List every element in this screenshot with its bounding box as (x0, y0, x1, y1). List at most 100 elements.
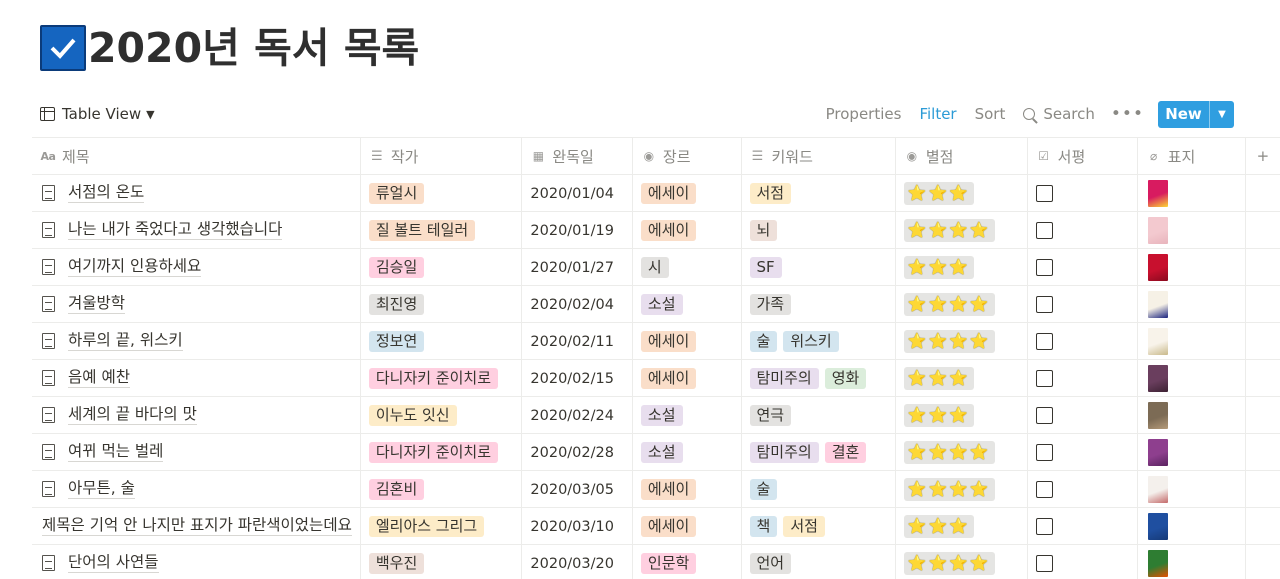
row-title[interactable]: 음예 예찬 (68, 368, 130, 388)
new-button-label[interactable]: New (1158, 101, 1209, 128)
date-cell[interactable]: 2020/02/24 (521, 396, 633, 434)
column-header-review[interactable]: ☑ 서평 (1026, 137, 1138, 175)
cover-thumbnail[interactable] (1147, 364, 1168, 392)
row-title[interactable]: 아무튼, 술 (68, 479, 135, 499)
genre-cell[interactable]: 시 (631, 248, 742, 286)
review-cell[interactable] (1026, 433, 1138, 471)
author-cell[interactable]: 김승일 (359, 248, 523, 286)
keywords-cell[interactable]: 언어 (740, 544, 896, 579)
review-cell[interactable] (1026, 359, 1138, 397)
table-row[interactable]: 단어의 사연들 백우진 2020/03/20 인문학 언어 ⭐⭐⭐⭐ (32, 544, 1280, 579)
author-cell[interactable]: 질 볼트 테일러 (359, 211, 523, 249)
cover-thumbnail[interactable] (1147, 475, 1168, 503)
sort-button[interactable]: Sort (975, 105, 1006, 123)
cover-cell[interactable] (1136, 470, 1246, 508)
rating-cell[interactable]: ⭐⭐⭐⭐ (894, 322, 1028, 360)
review-checkbox[interactable] (1035, 296, 1053, 313)
author-cell[interactable]: 김혼비 (359, 470, 523, 508)
column-header-keywords[interactable]: ☰ 키워드 (740, 137, 896, 175)
rating-cell[interactable]: ⭐⭐⭐⭐ (894, 211, 1028, 249)
author-cell[interactable]: 류얼시 (359, 174, 523, 212)
review-cell[interactable] (1026, 507, 1138, 545)
table-row[interactable]: 제목은 기억 안 나지만 표지가 파란색이었는데요 엘리아스 그리그 2020/03… (32, 507, 1280, 545)
table-row[interactable]: 여기까지 인용하세요 김승일 2020/01/27 시 SF ⭐⭐⭐ (32, 248, 1280, 286)
column-header-date[interactable]: ▦ 완독일 (521, 137, 633, 175)
table-row[interactable]: 세계의 끝 바다의 맛 이누도 잇신 2020/02/24 소설 연극 ⭐⭐⭐ (32, 396, 1280, 434)
review-cell[interactable] (1026, 248, 1138, 286)
column-header-rating[interactable]: ◉ 별점 (894, 137, 1028, 175)
author-cell[interactable]: 이누도 잇신 (359, 396, 523, 434)
review-checkbox[interactable] (1035, 222, 1053, 239)
table-row[interactable]: 아무튼, 술 김혼비 2020/03/05 에세이 술 ⭐⭐⭐⭐ (32, 470, 1280, 508)
cover-thumbnail[interactable] (1147, 179, 1168, 207)
review-cell[interactable] (1026, 544, 1138, 579)
genre-cell[interactable]: 인문학 (631, 544, 742, 579)
cover-thumbnail[interactable] (1147, 512, 1168, 540)
rating-cell[interactable]: ⭐⭐⭐⭐ (894, 544, 1028, 579)
keywords-cell[interactable]: 뇌 (740, 211, 896, 249)
review-cell[interactable] (1026, 396, 1138, 434)
review-checkbox[interactable] (1035, 185, 1053, 202)
cover-thumbnail[interactable] (1147, 401, 1168, 429)
cover-cell[interactable] (1136, 248, 1246, 286)
row-title[interactable]: 세계의 끝 바다의 맛 (68, 405, 197, 425)
cover-thumbnail[interactable] (1147, 327, 1168, 355)
review-checkbox[interactable] (1035, 333, 1053, 350)
rating-cell[interactable]: ⭐⭐⭐⭐ (894, 285, 1028, 323)
cover-cell[interactable] (1136, 322, 1246, 360)
row-title[interactable]: 나는 내가 죽었다고 생각했습니다 (68, 220, 283, 240)
cover-cell[interactable] (1136, 544, 1246, 579)
keywords-cell[interactable]: 탐미주의 영화 (740, 359, 896, 397)
review-checkbox[interactable] (1035, 259, 1053, 276)
date-cell[interactable]: 2020/03/20 (521, 544, 633, 579)
column-header-cover[interactable]: ⌀ 표지 (1136, 137, 1246, 175)
review-checkbox[interactable] (1035, 555, 1053, 572)
row-title[interactable]: 여뀌 먹는 벌레 (68, 442, 164, 462)
review-cell[interactable] (1026, 470, 1138, 508)
author-cell[interactable]: 다니자키 준이치로 (359, 359, 523, 397)
review-checkbox[interactable] (1035, 407, 1053, 424)
view-switcher-button[interactable]: Table View ▼ (32, 100, 159, 128)
more-options-button[interactable]: ••• (1111, 106, 1144, 123)
search-button[interactable]: Search (1023, 105, 1095, 123)
date-cell[interactable]: 2020/03/10 (521, 507, 633, 545)
row-title[interactable]: 서점의 온도 (68, 183, 145, 203)
review-checkbox[interactable] (1035, 444, 1053, 461)
table-row[interactable]: 음예 예찬 다니자키 준이치로 2020/02/15 에세이 탐미주의 영화 ⭐⭐⭐ (32, 359, 1280, 397)
row-title[interactable]: 하루의 끝, 위스키 (68, 331, 183, 351)
genre-cell[interactable]: 소설 (631, 285, 742, 323)
title-cell[interactable]: 여기까지 인용하세요 (32, 248, 361, 286)
rating-cell[interactable]: ⭐⭐⭐ (894, 248, 1028, 286)
table-row[interactable]: 겨울방학 최진영 2020/02/04 소설 가족 ⭐⭐⭐⭐ (32, 285, 1280, 323)
date-cell[interactable]: 2020/01/27 (521, 248, 633, 286)
title-cell[interactable]: 나는 내가 죽었다고 생각했습니다 (32, 211, 361, 249)
keywords-cell[interactable]: 책 서점 (740, 507, 896, 545)
title-cell[interactable]: 여뀌 먹는 벌레 (32, 433, 361, 471)
keywords-cell[interactable]: 연극 (740, 396, 896, 434)
author-cell[interactable]: 백우진 (359, 544, 523, 579)
date-cell[interactable]: 2020/02/15 (521, 359, 633, 397)
cover-cell[interactable] (1136, 359, 1246, 397)
genre-cell[interactable]: 에세이 (631, 470, 742, 508)
column-header-genre[interactable]: ◉ 장르 (631, 137, 742, 175)
author-cell[interactable]: 최진영 (359, 285, 523, 323)
rating-cell[interactable]: ⭐⭐⭐ (894, 396, 1028, 434)
date-cell[interactable]: 2020/01/04 (521, 174, 633, 212)
cover-thumbnail[interactable] (1147, 438, 1168, 466)
cover-cell[interactable] (1136, 433, 1246, 471)
cover-thumbnail[interactable] (1147, 290, 1168, 318)
cover-thumbnail[interactable] (1147, 253, 1168, 281)
title-cell[interactable]: 음예 예찬 (32, 359, 361, 397)
author-cell[interactable]: 다니자키 준이치로 (359, 433, 523, 471)
date-cell[interactable]: 2020/02/28 (521, 433, 633, 471)
rating-cell[interactable]: ⭐⭐⭐⭐ (894, 433, 1028, 471)
date-cell[interactable]: 2020/01/19 (521, 211, 633, 249)
genre-cell[interactable]: 에세이 (631, 322, 742, 360)
cover-cell[interactable] (1136, 507, 1246, 545)
keywords-cell[interactable]: 서점 (740, 174, 896, 212)
cover-thumbnail[interactable] (1147, 549, 1168, 577)
title-cell[interactable]: 제목은 기억 안 나지만 표지가 파란색이었는데요 (32, 507, 361, 545)
keywords-cell[interactable]: 술 (740, 470, 896, 508)
title-cell[interactable]: 단어의 사연들 (32, 544, 361, 579)
title-cell[interactable]: 아무튼, 술 (32, 470, 361, 508)
